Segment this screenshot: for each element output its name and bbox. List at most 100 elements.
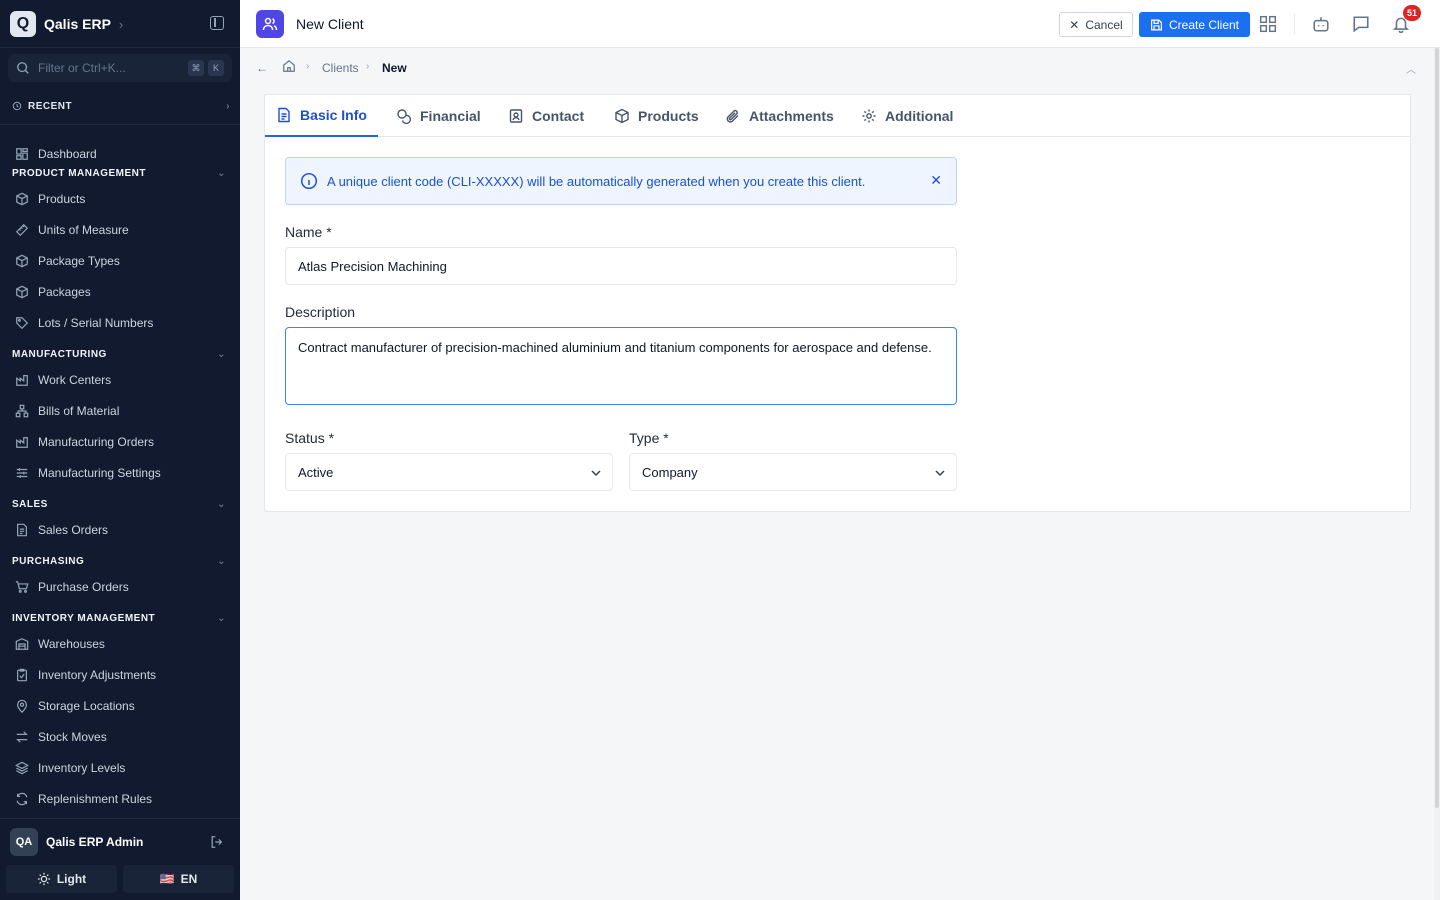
breadcrumb-clients[interactable]: Clients xyxy=(322,61,359,75)
sidebar-item-manufacturing-settings[interactable]: Manufacturing Settings xyxy=(0,457,240,488)
sidebar-item-label: Replenishment Rules xyxy=(38,791,153,806)
section-inventory-management[interactable]: INVENTORY MANAGEMENT ⌄ xyxy=(0,608,240,628)
factory-icon xyxy=(15,373,29,387)
name-field[interactable]: Atlas Precision Machining xyxy=(285,247,957,285)
document-icon xyxy=(15,523,29,537)
section-title: MANUFACTURING xyxy=(12,348,107,360)
divider xyxy=(0,124,240,125)
language-button[interactable]: 🇺🇸 EN xyxy=(123,865,234,893)
sidebar-item-inventory-adjustments[interactable]: Inventory Adjustments xyxy=(0,659,240,690)
sidebar-item-label: Inventory Levels xyxy=(38,760,126,775)
close-icon: ✕ xyxy=(1069,17,1080,32)
divider xyxy=(0,47,240,48)
tab-label: Financial xyxy=(420,108,481,124)
sidebar-item-warehouses[interactable]: Warehouses xyxy=(0,628,240,659)
bot-icon[interactable] xyxy=(1311,14,1331,34)
avatar: QA xyxy=(10,827,38,856)
section-sales[interactable]: SALES ⌄ xyxy=(0,494,240,514)
apps-grid-icon[interactable] xyxy=(1258,14,1278,34)
sun-icon xyxy=(37,872,51,886)
home-icon[interactable] xyxy=(282,59,296,76)
tab-products[interactable]: Products xyxy=(614,95,699,137)
refresh-icon xyxy=(15,792,29,806)
sidebar-footer: Light 🇺🇸 EN xyxy=(6,865,234,893)
sidebar-item-packages[interactable]: Packages xyxy=(0,276,240,307)
tab-attachments[interactable]: Attachments xyxy=(725,95,834,137)
chevron-right-icon: › xyxy=(118,16,124,32)
chevron-up-icon[interactable]: ︿ xyxy=(1406,61,1416,76)
arrows-swap-icon xyxy=(15,730,29,744)
sidebar-item-manufacturing-orders[interactable]: Manufacturing Orders xyxy=(0,426,240,457)
theme-toggle-button[interactable]: Light xyxy=(6,865,117,893)
users-icon xyxy=(256,10,284,38)
logout-icon[interactable] xyxy=(210,835,224,849)
name-label: Name * xyxy=(285,224,332,240)
tab-additional[interactable]: Additional xyxy=(861,95,953,137)
sidebar-item-units-of-measure[interactable]: Units of Measure xyxy=(0,214,240,245)
divider xyxy=(1294,14,1295,34)
chevron-down-icon: ⌄ xyxy=(217,612,226,624)
sidebar-item-stock-moves[interactable]: Stock Moves xyxy=(0,721,240,752)
back-arrow-icon[interactable]: ← xyxy=(256,61,268,75)
sidebar-item-sales-orders[interactable]: Sales Orders xyxy=(0,514,240,545)
sidebar-item-label: Lots / Serial Numbers xyxy=(38,315,154,330)
sidebar-item-storage-locations[interactable]: Storage Locations xyxy=(0,690,240,721)
sidebar-item-label: Stock Moves xyxy=(38,729,107,744)
chevron-down-icon xyxy=(934,467,946,479)
brand[interactable]: Q Qalis ERP › xyxy=(10,10,230,38)
status-value: Active xyxy=(298,464,334,480)
sidebar-item-work-centers[interactable]: Work Centers xyxy=(0,364,240,395)
sidebar-item-label: Package Types xyxy=(38,253,120,268)
description-field[interactable]: Contract manufacturer of precision-machi… xyxy=(285,327,957,405)
tab-label: Attachments xyxy=(749,108,834,124)
section-purchasing[interactable]: PURCHASING ⌄ xyxy=(0,551,240,571)
chevron-down-icon: ⌄ xyxy=(217,555,226,567)
chevron-down-icon: ⌄ xyxy=(217,348,226,360)
sidebar-item-label: Manufacturing Orders xyxy=(38,434,155,449)
chat-icon[interactable] xyxy=(1351,14,1371,34)
section-title: INVENTORY MANAGEMENT xyxy=(12,612,156,624)
chevron-down-icon: ⌄ xyxy=(217,167,226,179)
sidebar-item-lots-serial-numbers[interactable]: Lots / Serial Numbers xyxy=(0,307,240,338)
section-manufacturing[interactable]: MANUFACTURING ⌄ xyxy=(0,344,240,364)
filter-input[interactable]: Filter or Ctrl+K... ⌘ K xyxy=(8,54,232,82)
status-select[interactable]: Active xyxy=(285,453,613,491)
clipboard-check-icon xyxy=(15,668,29,682)
sidebar-item-purchase-orders[interactable]: Purchase Orders xyxy=(0,571,240,602)
page-title: New Client xyxy=(296,16,364,32)
coins-icon xyxy=(396,108,412,124)
close-icon[interactable]: ✕ xyxy=(930,172,942,189)
layers-icon xyxy=(15,761,29,775)
sidebar-item-products[interactable]: Products xyxy=(0,183,240,214)
tab-label: Contact xyxy=(532,108,585,124)
tab-contact[interactable]: Contact xyxy=(508,95,584,137)
tab-financial[interactable]: Financial xyxy=(396,95,481,137)
tab-basic-info[interactable]: Basic Info xyxy=(265,95,378,137)
create-client-button[interactable]: Create Client xyxy=(1139,12,1250,37)
user-panel[interactable]: QA Qalis ERP Admin xyxy=(0,818,240,864)
client-form-card: Basic Info Financial Contact Products At… xyxy=(264,94,1411,512)
breadcrumb: ← › Clients › New ︿ xyxy=(240,49,1434,87)
type-select[interactable]: Company xyxy=(629,453,957,491)
cancel-button[interactable]: ✕ Cancel xyxy=(1059,12,1133,37)
sidebar-item-package-types[interactable]: Package Types xyxy=(0,245,240,276)
type-value: Company xyxy=(642,464,698,480)
ruler-icon xyxy=(15,223,29,237)
sidebar-item-inventory-levels[interactable]: Inventory Levels xyxy=(0,752,240,783)
sidebar-item-label: Purchase Orders xyxy=(38,579,129,594)
info-icon xyxy=(299,171,319,191)
chevron-down-icon: ⌄ xyxy=(217,498,226,510)
sidebar-item-bills-of-material[interactable]: Bills of Material xyxy=(0,395,240,426)
chevron-right-icon: › xyxy=(306,61,310,72)
recent-section[interactable]: RECENT › xyxy=(12,98,230,114)
section-title: PRODUCT MANAGEMENT xyxy=(12,167,146,179)
alert-text: A unique client code (CLI-XXXXX) will be… xyxy=(327,173,866,189)
sidebar-collapse-icon[interactable] xyxy=(210,16,224,30)
scrollbar-thumb[interactable] xyxy=(1435,48,1439,808)
sidebar-item-replenishment-rules[interactable]: Replenishment Rules xyxy=(0,783,240,814)
section-product-management[interactable]: PRODUCT MANAGEMENT ⌄ xyxy=(0,163,240,183)
kbd-k: K xyxy=(208,60,224,76)
tab-label: Additional xyxy=(885,108,954,124)
section-title: SALES xyxy=(12,498,48,510)
us-flag-icon: 🇺🇸 xyxy=(159,872,175,886)
